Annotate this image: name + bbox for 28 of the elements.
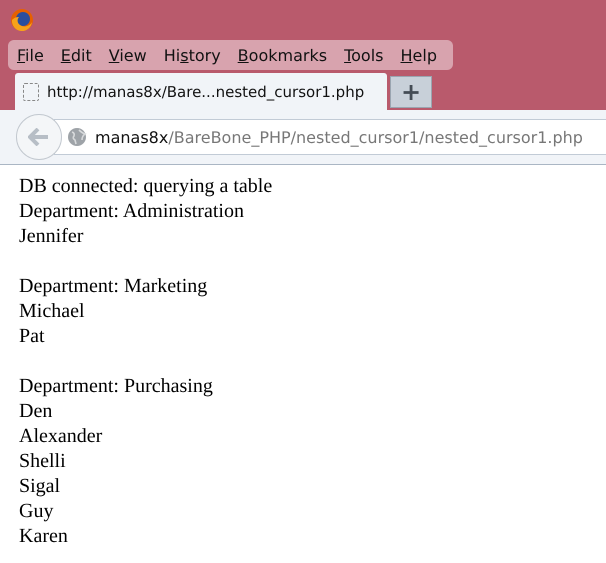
employee-name: Jennifer (19, 224, 84, 249)
menu-item[interactable]: File (17, 46, 44, 64)
employee-name: Den (19, 399, 54, 424)
new-tab-button[interactable]: + (390, 76, 432, 108)
department-heading: Department: Administration (19, 199, 245, 224)
menu-item[interactable]: Edit (60, 46, 92, 64)
menu-item[interactable]: View (108, 46, 147, 64)
address-field[interactable]: manas8x/BareBone_PHP/nested_cursor1/nested_cursor1.php (54, 119, 606, 155)
department-heading: Department: Marketing (19, 274, 208, 299)
employee-name: Shelli (19, 449, 67, 474)
employee-name: Karen (19, 524, 69, 549)
menu-item[interactable]: History (164, 46, 221, 64)
employee-name: Alexander (19, 424, 104, 449)
back-arrow-icon (28, 128, 50, 146)
back-button[interactable] (16, 114, 62, 160)
browser-logo-icon (10, 8, 34, 32)
menu-item[interactable]: Help (400, 46, 437, 64)
employee-name: Sigal (19, 474, 62, 499)
globe-icon (67, 127, 87, 147)
employee-name: Guy (19, 499, 54, 524)
department-heading: Department: Purchasing (19, 374, 214, 399)
browser-tab[interactable]: http://manas8x/Bare...nested_cursor1.php (15, 73, 387, 110)
menu-item[interactable]: Tools (344, 46, 384, 64)
blank-page-icon (23, 82, 39, 100)
employee-name: Pat (19, 324, 46, 349)
employee-name: Michael (19, 299, 86, 324)
menu-item[interactable]: Bookmarks (238, 46, 328, 64)
status-text: DB connected: querying a table (19, 174, 274, 199)
